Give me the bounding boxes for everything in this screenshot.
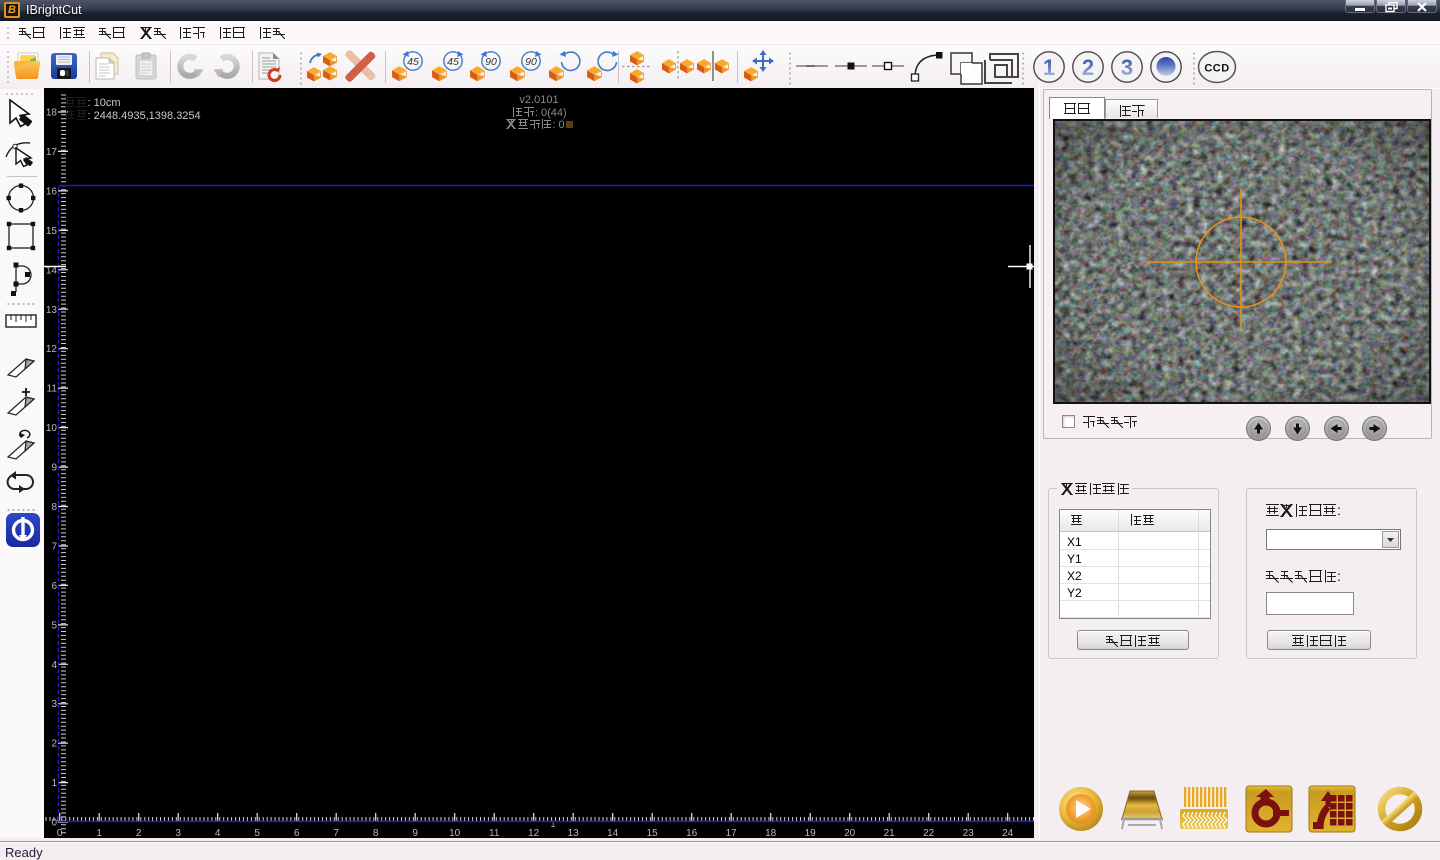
svg-text:9: 9 [412, 828, 418, 838]
svg-text:20: 20 [844, 828, 856, 838]
svg-text:16: 16 [686, 828, 698, 838]
svg-text:15: 15 [647, 828, 659, 838]
svg-text:14: 14 [607, 828, 619, 838]
svg-text:7: 7 [333, 828, 339, 838]
svg-text:90: 90 [525, 56, 537, 68]
svg-text:1: 1 [96, 828, 102, 838]
svg-text:1: 1 [1043, 55, 1055, 80]
svg-text:5: 5 [51, 620, 57, 631]
svg-text:4: 4 [215, 828, 221, 838]
svg-text:45: 45 [447, 56, 459, 68]
svg-text:2: 2 [51, 739, 57, 750]
svg-text:5: 5 [254, 828, 260, 838]
svg-text:3: 3 [1121, 55, 1133, 80]
svg-text:15: 15 [46, 226, 58, 237]
svg-text:2: 2 [136, 828, 142, 838]
svg-text:1: 1 [51, 778, 57, 789]
svg-text:1: 1 [550, 819, 555, 829]
svg-text:18: 18 [46, 108, 58, 119]
svg-text:11: 11 [47, 384, 58, 395]
svg-text:6: 6 [51, 581, 57, 592]
svg-text:13: 13 [568, 828, 580, 838]
svg-text:16: 16 [46, 186, 58, 197]
svg-text:22: 22 [923, 828, 935, 838]
svg-text:9: 9 [51, 463, 57, 474]
svg-text:24: 24 [1002, 828, 1014, 838]
svg-text:11: 11 [489, 828, 500, 838]
svg-text:8: 8 [373, 828, 379, 838]
svg-text:3: 3 [175, 828, 181, 838]
svg-text:23: 23 [963, 828, 975, 838]
svg-text:10: 10 [46, 423, 58, 434]
svg-text:90: 90 [485, 56, 497, 68]
svg-text:7: 7 [51, 542, 57, 553]
svg-text:CCD: CCD [1204, 63, 1229, 75]
svg-text:2: 2 [1082, 55, 1094, 80]
svg-text:0: 0 [57, 828, 63, 838]
svg-text:4: 4 [51, 660, 57, 671]
svg-text:17: 17 [46, 147, 58, 158]
svg-text:13: 13 [46, 305, 58, 316]
svg-text:45: 45 [407, 56, 419, 68]
svg-text:10: 10 [449, 828, 461, 838]
svg-text:17: 17 [726, 828, 738, 838]
svg-text:12: 12 [46, 344, 58, 355]
svg-text:0: 0 [51, 818, 57, 829]
svg-text:12: 12 [528, 828, 540, 838]
svg-text:21: 21 [884, 828, 896, 838]
svg-text:18: 18 [765, 828, 777, 838]
svg-text:8: 8 [51, 502, 57, 513]
svg-text:19: 19 [805, 828, 817, 838]
svg-text:6: 6 [294, 828, 300, 838]
svg-text:3: 3 [51, 699, 57, 710]
